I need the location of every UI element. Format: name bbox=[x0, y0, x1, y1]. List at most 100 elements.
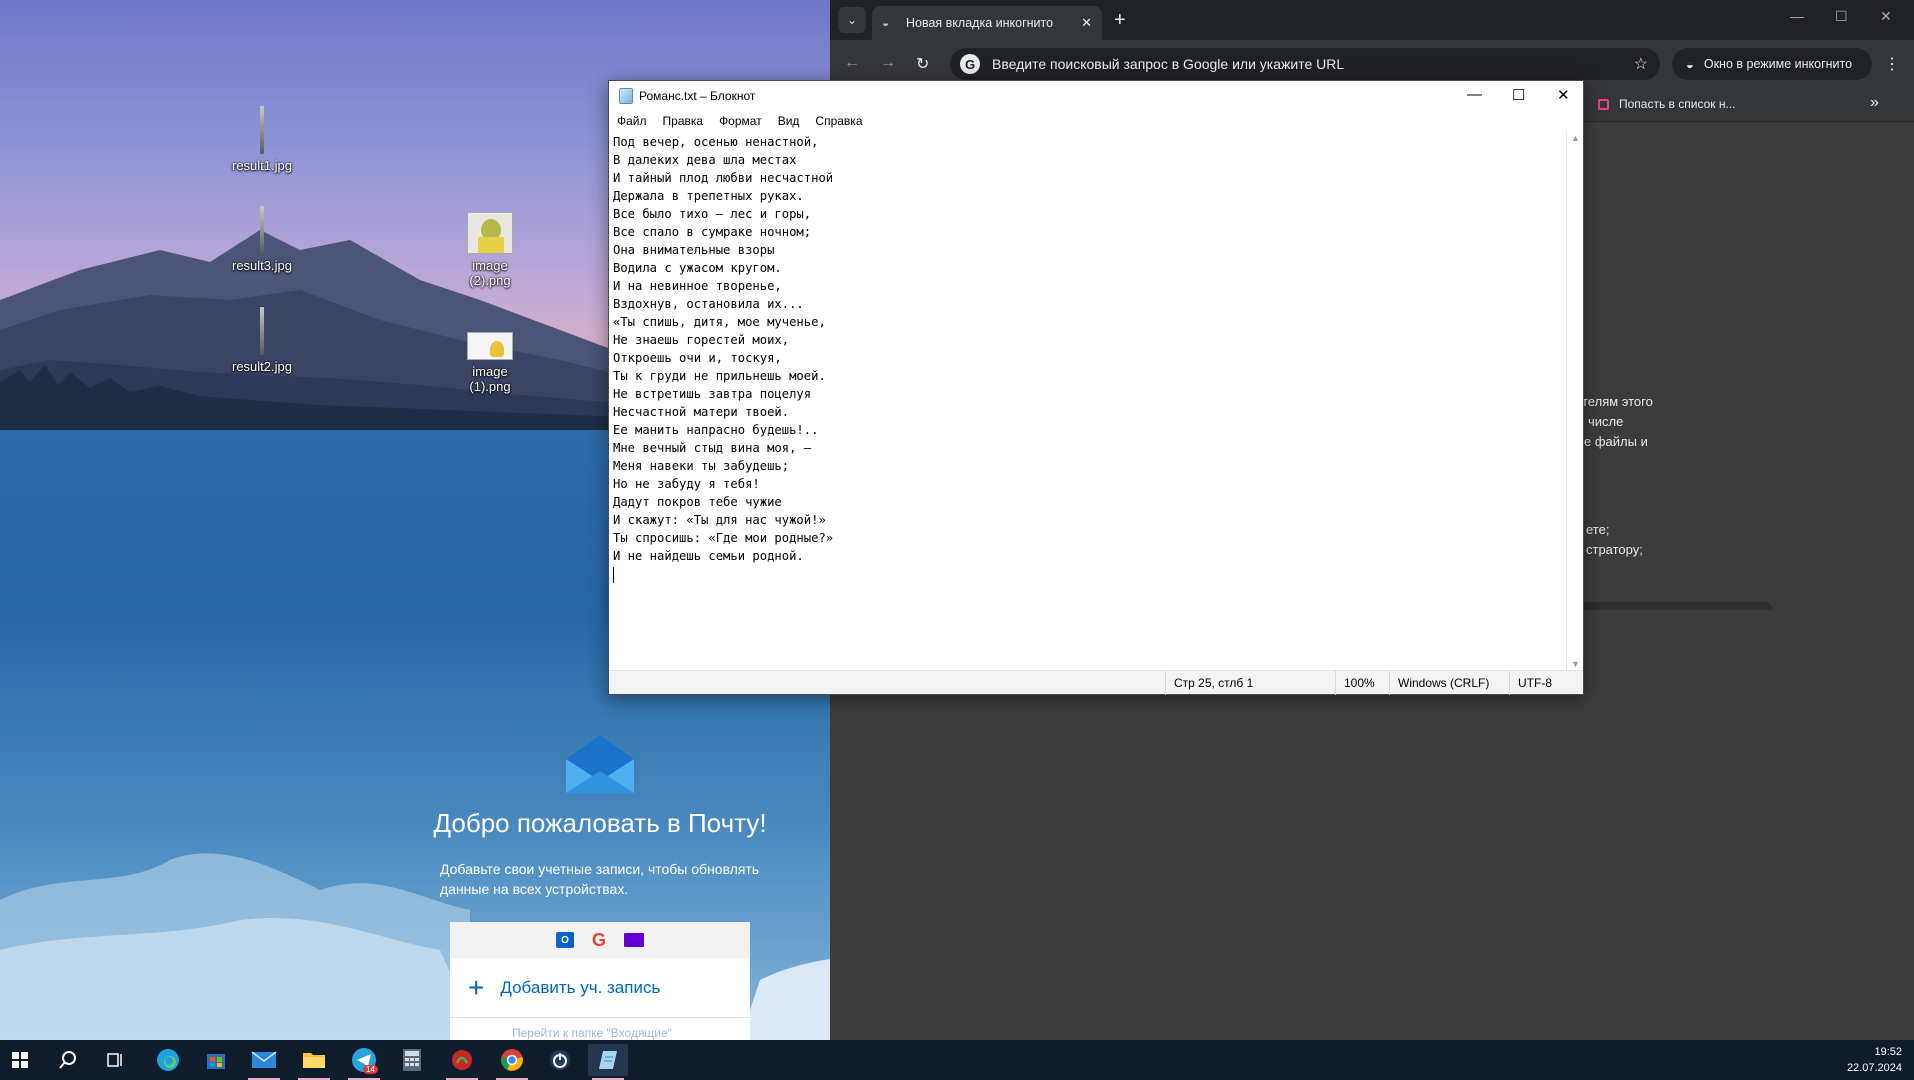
text-line: Ты к груди не прильнешь моей. bbox=[613, 369, 826, 383]
add-account-button[interactable]: + Добавить уч. запись bbox=[450, 958, 750, 1018]
status-line-ending: Windows (CRLF) bbox=[1389, 671, 1509, 695]
tab-search-button[interactable]: ⌄ bbox=[838, 7, 866, 33]
chevron-right-icon[interactable]: » bbox=[1870, 94, 1879, 112]
taskbar-explorer[interactable] bbox=[294, 1044, 334, 1080]
search-button[interactable] bbox=[48, 1044, 88, 1076]
taskbar-app-red[interactable] bbox=[442, 1044, 482, 1080]
maximize-button[interactable]: ☐ bbox=[1835, 8, 1848, 25]
start-button[interactable] bbox=[0, 1044, 40, 1076]
scroll-down-icon[interactable]: ▼ bbox=[1571, 659, 1580, 669]
text-line: И на невинное творенье, bbox=[613, 279, 782, 293]
text-line: Под вечер, осенью ненастной, bbox=[613, 135, 819, 149]
back-icon[interactable]: ← bbox=[844, 54, 860, 72]
mail-envelope-icon bbox=[566, 735, 634, 793]
menu-file[interactable]: Файл bbox=[617, 114, 647, 128]
calculator-icon bbox=[403, 1049, 421, 1071]
clock-date: 22.07.2024 bbox=[1846, 1062, 1902, 1074]
windows-logo-icon bbox=[12, 1052, 28, 1068]
status-zoom: 100% bbox=[1335, 671, 1389, 695]
notepad-window: Романс.txt – Блокнот — ☐ ✕ Файл Правка Ф… bbox=[608, 80, 1584, 695]
plus-icon: + bbox=[468, 971, 485, 1003]
system-clock[interactable]: 19:52 22.07.2024 bbox=[1847, 1044, 1902, 1076]
desktop-icon-image1[interactable]: image (1).png bbox=[445, 332, 535, 394]
store-icon bbox=[207, 1054, 225, 1069]
notepad-titlebar: Романс.txt – Блокнот — ☐ ✕ bbox=[609, 81, 1583, 111]
search-icon bbox=[59, 1051, 76, 1069]
notepad-title: Романс.txt – Блокнот bbox=[639, 89, 756, 103]
taskbar-store[interactable] bbox=[196, 1044, 236, 1076]
close-window-button[interactable]: ✕ bbox=[1880, 8, 1892, 25]
text-line: Не встретишь завтра поцелуя bbox=[613, 387, 812, 401]
text-line: И скажут: «Ты для нас чужой!» bbox=[613, 513, 826, 527]
desktop-icon-label: result3.jpg bbox=[232, 258, 292, 273]
incognito-text-fragment: телям этого bbox=[1582, 394, 1653, 409]
incognito-icon: ◒ bbox=[1686, 56, 1694, 72]
desktop-icon-label: image (1).png bbox=[469, 364, 511, 394]
caret-line bbox=[613, 565, 1562, 583]
new-tab-button[interactable]: + bbox=[1114, 9, 1126, 32]
image-thumbnail-icon bbox=[260, 206, 264, 254]
desktop-icon-result1[interactable]: result1.jpg bbox=[217, 106, 307, 173]
address-bar-placeholder: Введите поисковый запрос в Google или ук… bbox=[992, 56, 1345, 72]
maximize-button[interactable]: ☐ bbox=[1512, 86, 1525, 104]
text-line: Держала в трепетных руках. bbox=[613, 189, 804, 203]
desktop-icon-image2[interactable]: image (2).png bbox=[445, 212, 535, 288]
incognito-text-fragment: е файлы и bbox=[1584, 434, 1648, 449]
chrome-tabbar: ⌄ ◒ Новая вкладка инкогнито ✕ + — ☐ ✕ bbox=[830, 0, 1914, 40]
taskbar-telegram[interactable]: 14 bbox=[344, 1044, 384, 1080]
notepad-icon bbox=[599, 1051, 617, 1069]
google-icon: G bbox=[591, 929, 606, 950]
image-thumbnail-icon bbox=[260, 106, 264, 154]
text-line: Мне вечный стыд вина моя, — bbox=[613, 441, 812, 455]
taskbar-edge[interactable] bbox=[148, 1044, 188, 1076]
taskbar-app-power[interactable] bbox=[540, 1044, 580, 1076]
desktop-icon-result3[interactable]: result3.jpg bbox=[217, 206, 307, 273]
taskbar-mail[interactable] bbox=[244, 1044, 284, 1080]
menu-help[interactable]: Справка bbox=[815, 114, 862, 128]
notepad-text-area[interactable]: Под вечер, осенью ненастной, В далеких де… bbox=[609, 131, 1566, 671]
minimize-button[interactable]: — bbox=[1467, 86, 1482, 103]
status-position: Стр 25, стлб 1 bbox=[1165, 671, 1335, 695]
menu-edit[interactable]: Правка bbox=[663, 114, 704, 128]
scroll-up-icon[interactable]: ▲ bbox=[1571, 133, 1580, 143]
image-thumbnail-icon bbox=[467, 332, 513, 360]
bookmark-item[interactable]: Попасть в список н... bbox=[1598, 97, 1735, 111]
minimize-button[interactable]: — bbox=[1790, 8, 1804, 24]
menu-format[interactable]: Формат bbox=[719, 114, 762, 128]
notepad-statusbar: Стр 25, стлб 1 100% Windows (CRLF) UTF-8 bbox=[609, 670, 1583, 695]
menu-view[interactable]: Вид bbox=[778, 114, 800, 128]
mail-providers: O G bbox=[450, 922, 750, 958]
clock-time: 19:52 bbox=[1874, 1046, 1902, 1058]
text-line: Все спало в сумраке ночном; bbox=[613, 225, 812, 239]
taskbar-notepad[interactable] bbox=[588, 1044, 628, 1080]
text-line: Ты спросишь: «Где мои родные?» bbox=[613, 531, 834, 545]
taskbar-calculator[interactable] bbox=[392, 1044, 432, 1076]
image-thumbnail-icon bbox=[260, 307, 264, 355]
mail-welcome: Добро пожаловать в Почту! Добавьте свои … bbox=[400, 735, 800, 899]
google-icon: G bbox=[960, 54, 980, 74]
menu-kebab-icon[interactable]: ⋮ bbox=[1884, 54, 1900, 74]
status-encoding: UTF-8 bbox=[1509, 671, 1583, 695]
forward-icon[interactable]: → bbox=[880, 54, 896, 72]
desktop-icon-result2[interactable]: result2.jpg bbox=[217, 307, 307, 374]
taskbar-chrome[interactable] bbox=[492, 1044, 532, 1080]
incognito-icon: ◒ bbox=[882, 16, 890, 30]
bookmark-star-icon[interactable]: ☆ bbox=[1634, 54, 1648, 74]
address-bar[interactable]: G Введите поисковый запрос в Google или … bbox=[950, 48, 1660, 80]
incognito-indicator[interactable]: ◒ Окно в режиме инкогнито bbox=[1672, 48, 1872, 80]
mail-welcome-subtitle: Добавьте свои учетные записи, чтобы обно… bbox=[440, 861, 760, 897]
text-line: Несчастной матери твоей. bbox=[613, 405, 790, 419]
close-window-button[interactable]: ✕ bbox=[1557, 86, 1570, 104]
text-line: И тайный плод любви несчастной bbox=[613, 171, 834, 185]
reload-icon[interactable]: ↻ bbox=[916, 54, 929, 74]
vertical-scrollbar[interactable]: ▲ ▼ bbox=[1566, 131, 1583, 671]
inbox-link[interactable]: Перейти к папке "Входящие" bbox=[450, 1018, 750, 1040]
task-view-button[interactable] bbox=[96, 1044, 136, 1076]
incognito-label: Окно в режиме инкогнито bbox=[1703, 57, 1853, 71]
text-line: И не найдешь семьи родной. bbox=[613, 549, 804, 563]
close-tab-icon[interactable]: ✕ bbox=[1081, 15, 1092, 31]
text-line: Не знаешь горестей моих, bbox=[613, 333, 790, 347]
edge-icon bbox=[157, 1049, 179, 1071]
tab-incognito[interactable]: ◒ Новая вкладка инкогнито ✕ bbox=[872, 6, 1102, 40]
incognito-text-fragment: ете; bbox=[1586, 522, 1610, 537]
